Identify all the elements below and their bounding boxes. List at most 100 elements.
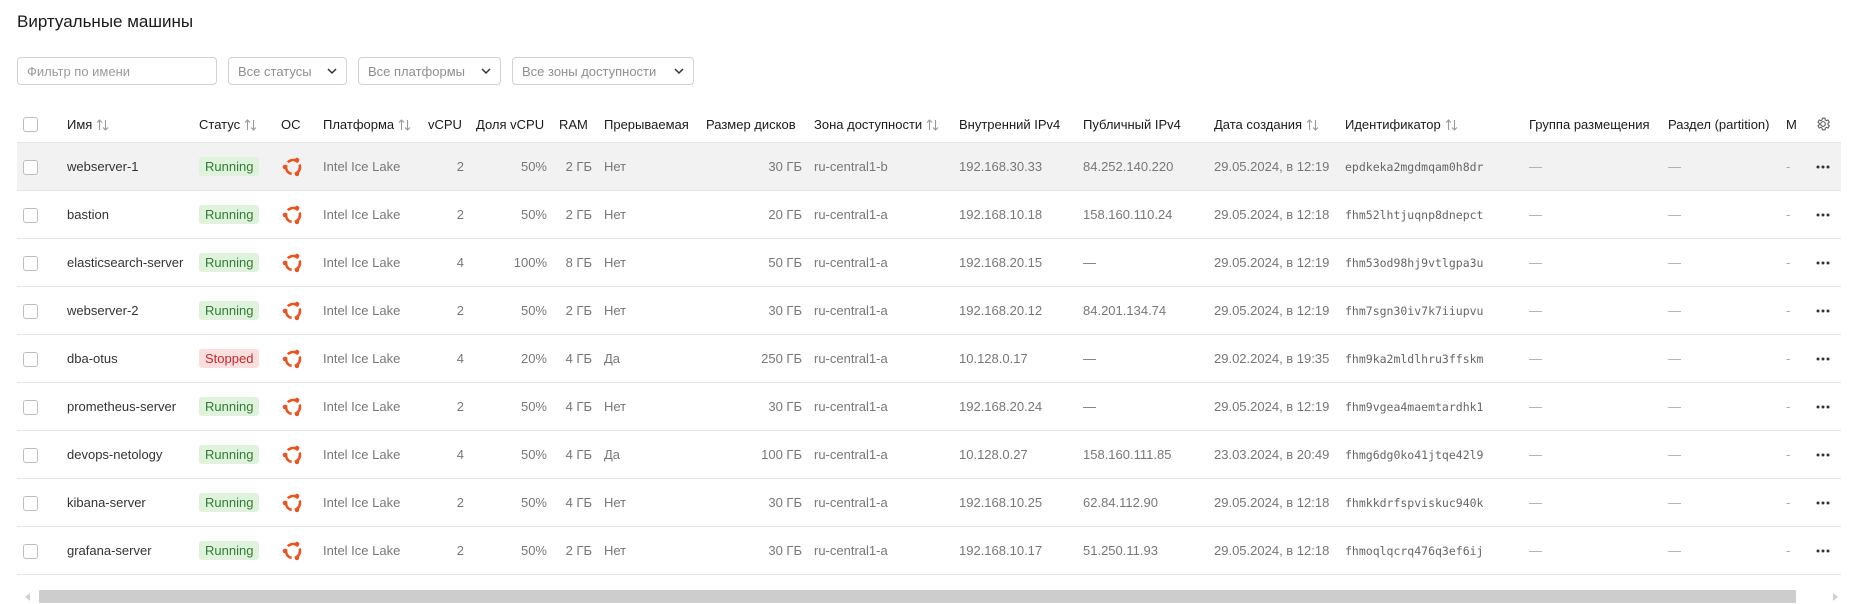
gear-icon[interactable]	[1815, 116, 1831, 132]
vm-name[interactable]: webserver-2	[61, 286, 193, 335]
sort-arrows-icon[interactable]	[1445, 119, 1458, 131]
sort-arrows-icon[interactable]	[398, 119, 411, 131]
horizontal-scrollbar[interactable]	[17, 590, 1841, 604]
zone-filter-value: Все зоны доступности	[522, 63, 657, 79]
scroll-left-arrow[interactable]	[25, 593, 30, 601]
more-horizontal-icon[interactable]	[1814, 206, 1832, 224]
table-row[interactable]: bastion Running Intel Ice Lake 2 50% 2 ГБ Нет 2…	[17, 190, 1841, 239]
sort-arrows-icon[interactable]	[96, 119, 109, 131]
disk-size: 250 ГБ	[700, 334, 808, 383]
ram: 2 ГБ	[553, 526, 598, 575]
row-checkbox[interactable]	[23, 159, 38, 175]
status-badge: Running	[199, 541, 260, 560]
os-cell	[275, 142, 317, 191]
status-filter-select[interactable]: Все статусы	[228, 57, 347, 85]
os-cell	[275, 286, 317, 335]
column-header-created[interactable]: Дата создания	[1208, 106, 1339, 143]
ram: 2 ГБ	[553, 286, 598, 335]
scroll-right-arrow[interactable]	[1833, 593, 1838, 601]
table-row[interactable]: devops-netology Running Intel Ice Lake 4 50%…	[17, 430, 1841, 479]
table-row[interactable]: kibana-server Running Intel Ice Lake 2 50% 4 …	[17, 478, 1841, 527]
sort-arrows-icon[interactable]	[926, 119, 939, 131]
vm-name[interactable]: grafana-server	[61, 526, 193, 575]
os-cell	[275, 526, 317, 575]
os-cell	[275, 190, 317, 239]
column-header-id[interactable]: Идентификатор	[1339, 106, 1523, 143]
vm-name[interactable]: kibana-server	[61, 478, 193, 527]
public-ip: 84.201.134.74	[1077, 286, 1208, 335]
table-row[interactable]: webserver-1 Running Intel Ice Lake 2 50% 2 ГБ…	[17, 142, 1841, 191]
placement-group: —	[1523, 382, 1662, 431]
more-horizontal-icon[interactable]	[1814, 302, 1832, 320]
row-checkbox[interactable]	[23, 207, 38, 223]
disk-size: 100 ГБ	[700, 430, 808, 479]
row-checkbox[interactable]	[23, 447, 38, 463]
column-header-os: ОС	[275, 106, 317, 143]
row-checkbox[interactable]	[23, 399, 38, 415]
select-all-checkbox[interactable]	[23, 117, 38, 133]
name-filter-input[interactable]	[17, 57, 217, 85]
placement-group: —	[1523, 286, 1662, 335]
status-badge: Running	[199, 157, 260, 176]
platform-filter-select[interactable]: Все платформы	[358, 57, 501, 85]
more-horizontal-icon[interactable]	[1814, 398, 1832, 416]
vm-name[interactable]: prometheus-server	[61, 382, 193, 431]
vcpu-share: 50%	[470, 382, 553, 431]
table-row[interactable]: grafana-server Running Intel Ice Lake 2 50% 2…	[17, 526, 1841, 575]
scrollbar-thumb[interactable]	[39, 590, 1796, 603]
row-select-cell	[17, 238, 61, 287]
partition: —	[1662, 382, 1780, 431]
vm-name[interactable]: bastion	[61, 190, 193, 239]
vcpu: 4	[422, 334, 470, 383]
row-checkbox[interactable]	[23, 543, 38, 559]
vm-name[interactable]: elasticsearch-server	[61, 238, 193, 287]
availability-zone: ru-central1-b	[808, 142, 953, 191]
vcpu-share: 20%	[470, 334, 553, 383]
created-date: 29.05.2024, в 12:19	[1208, 382, 1339, 431]
table-row[interactable]: elasticsearch-server Running Intel Ice Lak…	[17, 238, 1841, 287]
column-header-platform[interactable]: Платформа	[317, 106, 422, 143]
table-row[interactable]: dba-otus Stopped Intel Ice Lake 4 20% 4 ГБ Да 2…	[17, 334, 1841, 383]
public-ip: 158.160.110.24	[1077, 190, 1208, 239]
column-header-zone[interactable]: Зона доступности	[808, 106, 953, 143]
table-row[interactable]: webserver-2 Running Intel Ice Lake 2 50% 2 ГБ…	[17, 286, 1841, 335]
vcpu: 4	[422, 238, 470, 287]
sort-arrows-icon[interactable]	[1306, 119, 1319, 131]
public-ip: —	[1077, 334, 1208, 383]
more-horizontal-icon[interactable]	[1814, 494, 1832, 512]
os-cell	[275, 478, 317, 527]
sort-arrows-icon[interactable]	[244, 119, 257, 131]
row-checkbox[interactable]	[23, 495, 38, 511]
column-header-vcpu-share: Доля vCPU	[470, 106, 553, 143]
row-checkbox[interactable]	[23, 255, 38, 271]
column-header-name[interactable]: Имя	[61, 106, 193, 143]
truncated-value: -	[1780, 238, 1804, 287]
vm-name[interactable]: webserver-1	[61, 142, 193, 191]
vm-id: fhm9vgea4maemtardhk1	[1339, 382, 1523, 431]
row-checkbox[interactable]	[23, 351, 38, 367]
more-horizontal-icon[interactable]	[1814, 254, 1832, 272]
vm-name[interactable]: dba-otus	[61, 334, 193, 383]
zone-filter-select[interactable]: Все зоны доступности	[512, 57, 694, 85]
more-horizontal-icon[interactable]	[1814, 350, 1832, 368]
column-header-status[interactable]: Статус	[193, 106, 275, 143]
ram: 4 ГБ	[553, 382, 598, 431]
row-checkbox[interactable]	[23, 303, 38, 319]
vm-name[interactable]: devops-netology	[61, 430, 193, 479]
disk-size: 30 ГБ	[700, 478, 808, 527]
ubuntu-icon	[282, 493, 302, 512]
select-all-cell	[17, 106, 61, 143]
partition: —	[1662, 286, 1780, 335]
table-row[interactable]: prometheus-server Running Intel Ice Lake 2 5…	[17, 382, 1841, 431]
partition: —	[1662, 142, 1780, 191]
vm-id: fhm9ka2mldlhru3ffskm	[1339, 334, 1523, 383]
platform: Intel Ice Lake	[317, 382, 422, 431]
public-ip: 84.252.140.220	[1077, 142, 1208, 191]
more-horizontal-icon[interactable]	[1814, 446, 1832, 464]
more-horizontal-icon[interactable]	[1814, 542, 1832, 560]
more-horizontal-icon[interactable]	[1814, 158, 1832, 176]
row-actions-cell	[1804, 478, 1841, 527]
placement-group: —	[1523, 238, 1662, 287]
column-header-disk-size: Размер дисков	[700, 106, 808, 143]
vcpu: 2	[422, 382, 470, 431]
